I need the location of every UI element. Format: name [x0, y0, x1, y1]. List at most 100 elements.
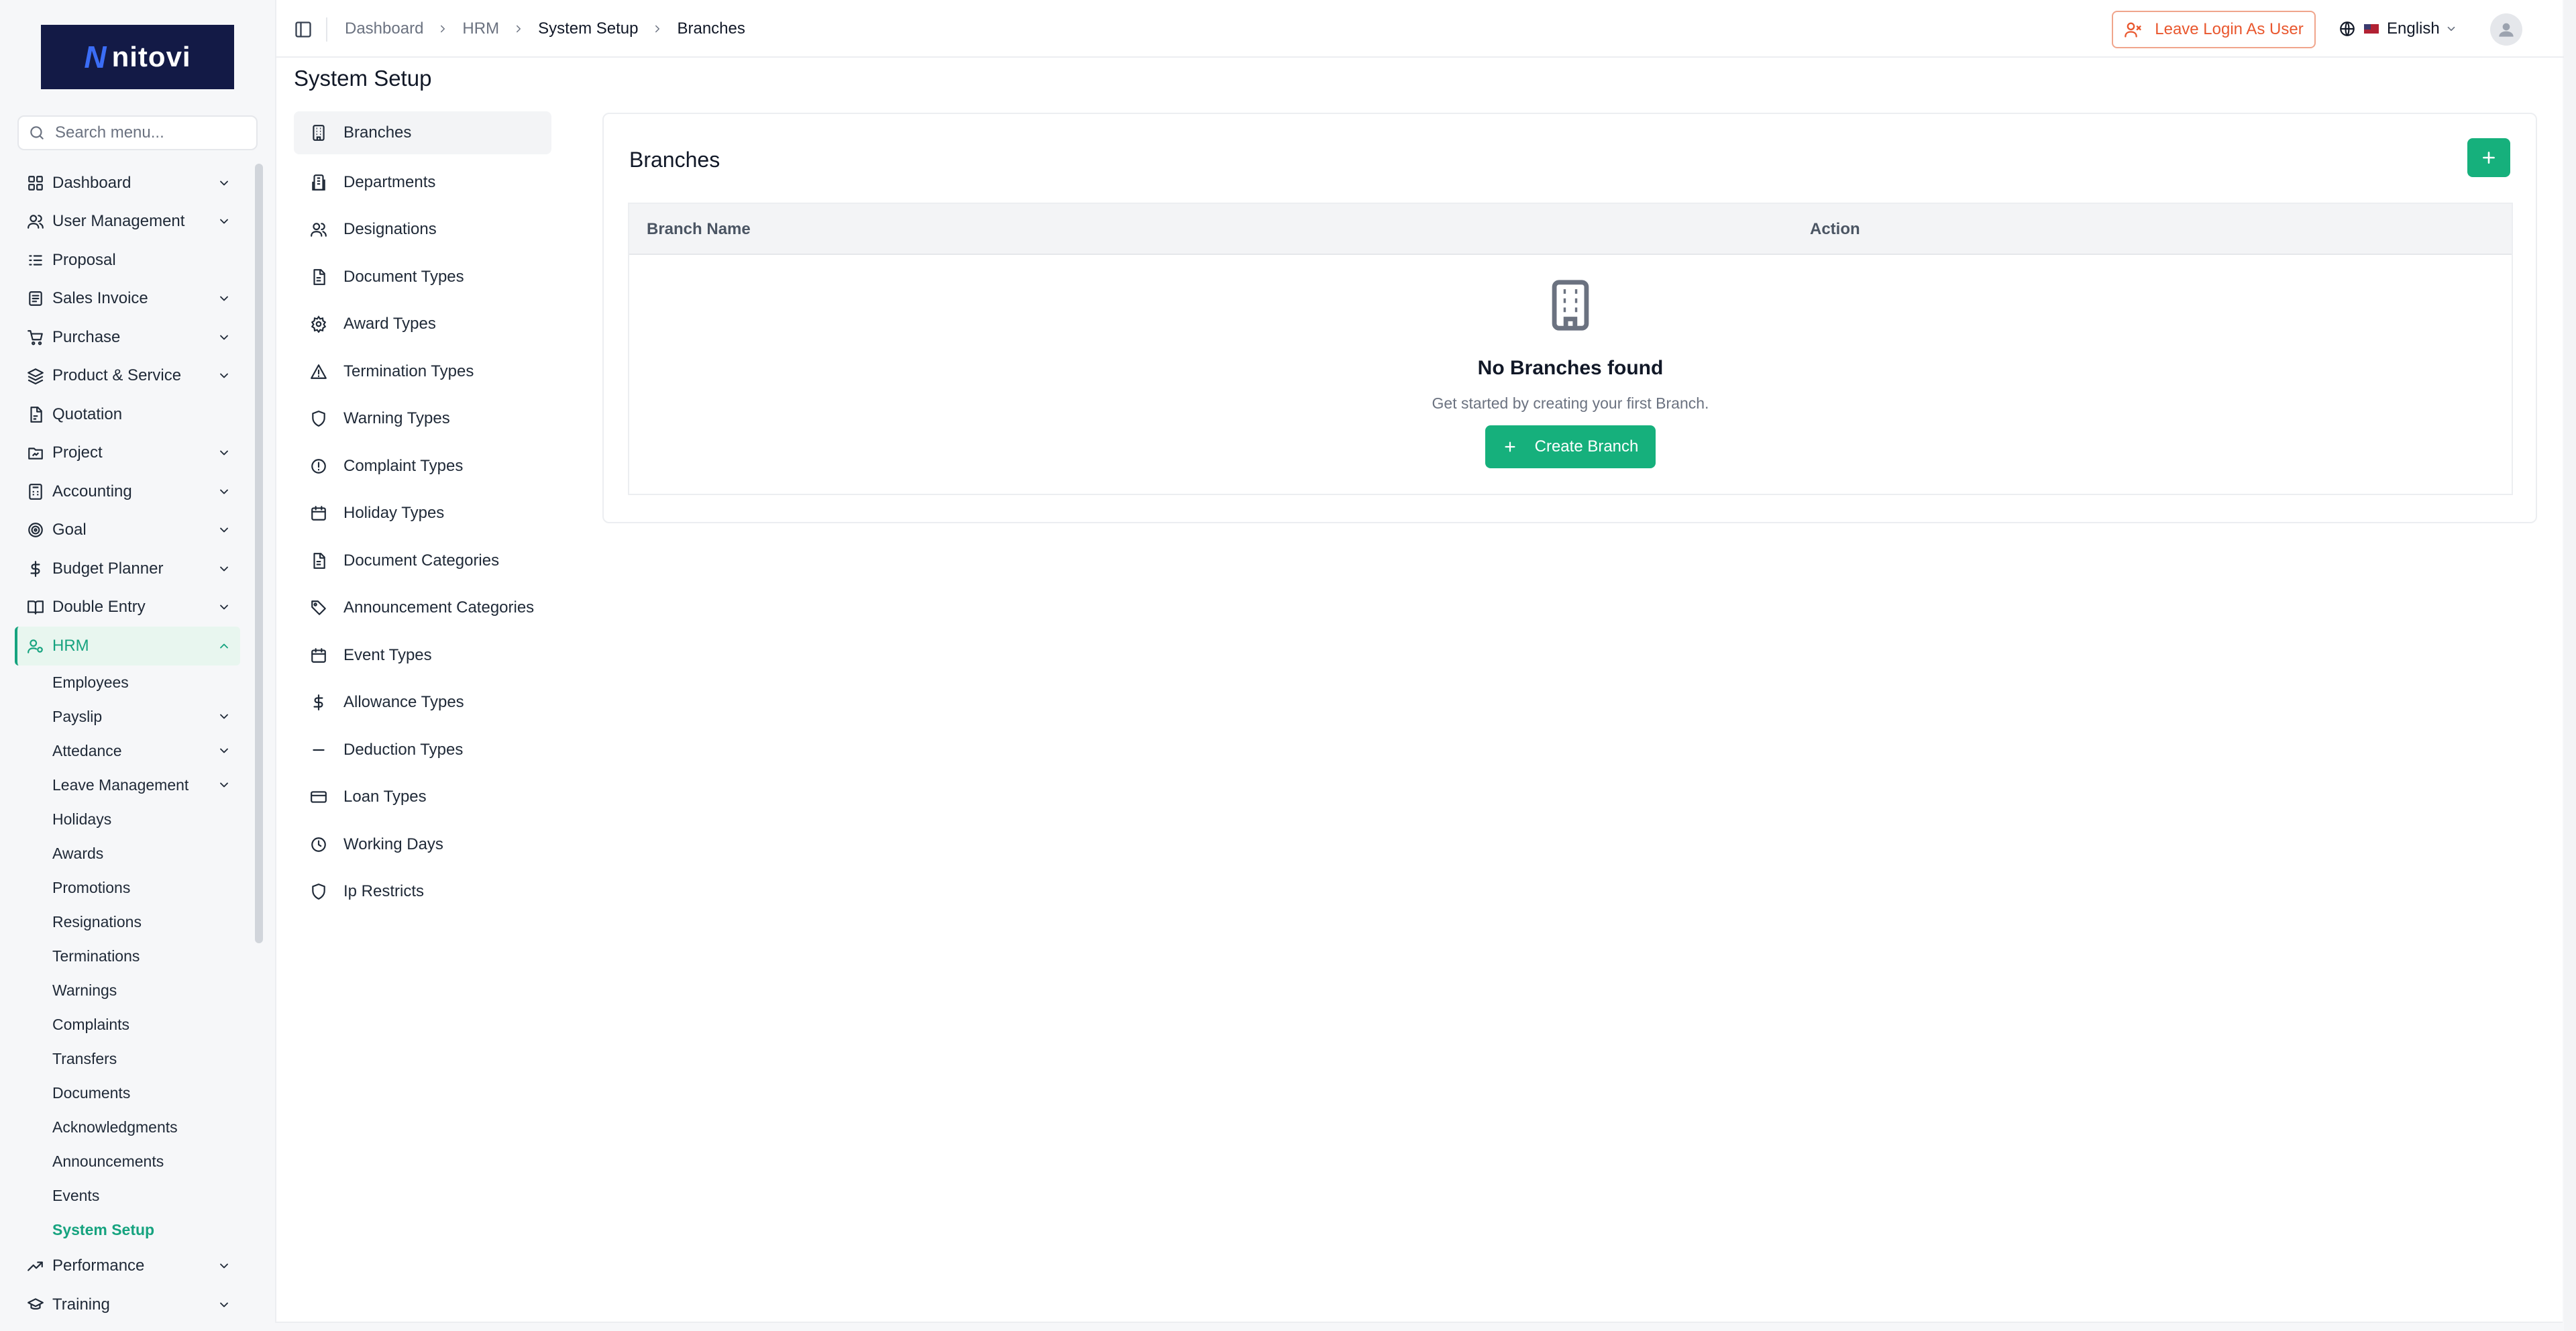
sidebar-item-quotation[interactable]: Quotation: [15, 395, 240, 434]
sidebar-subitem-payslip[interactable]: Payslip: [15, 700, 240, 734]
setup-nav-termination-types[interactable]: Termination Types: [294, 348, 551, 396]
create-branch-button[interactable]: Create Branch: [1485, 425, 1656, 468]
breadcrumb-hrm[interactable]: HRM: [462, 19, 499, 38]
breadcrumb-system-setup[interactable]: System Setup: [538, 19, 638, 38]
setup-nav-departments[interactable]: Departments: [294, 159, 551, 207]
sidebar-item-performance[interactable]: Performance: [15, 1247, 240, 1286]
chevron-right-icon: [513, 23, 525, 35]
menu-search-input[interactable]: [54, 123, 248, 143]
setup-nav-document-types[interactable]: Document Types: [294, 254, 551, 301]
chevron-down-icon: [2445, 23, 2457, 35]
sidebar-item-sales-invoice[interactable]: Sales Invoice: [15, 280, 240, 319]
sidebar-item-proposal[interactable]: Proposal: [15, 241, 240, 280]
sidebar-subitem-transfers[interactable]: Transfers: [15, 1042, 240, 1076]
chevron-right-icon: [651, 23, 663, 35]
setup-nav-label: Loan Types: [343, 788, 427, 806]
sidebar-item-double-entry[interactable]: Double Entry: [15, 588, 240, 627]
setup-nav-label: Document Types: [343, 267, 464, 286]
sidebar-item-accounting[interactable]: Accounting: [15, 472, 240, 511]
avatar[interactable]: [2490, 13, 2522, 46]
building-icon: [1543, 274, 1598, 337]
sidebar-subitem-documents[interactable]: Documents: [15, 1076, 240, 1110]
chevron-down-icon: [217, 176, 231, 190]
setup-nav-warning-types[interactable]: Warning Types: [294, 395, 551, 443]
sidebar-item-product-service[interactable]: Product & Service: [15, 357, 240, 396]
sidebar-item-project[interactable]: Project: [15, 434, 240, 473]
sidebar-subitem-holidays[interactable]: Holidays: [15, 802, 240, 837]
sidebar-item-dashboard[interactable]: Dashboard: [15, 164, 240, 203]
sidebar-subitem-awards[interactable]: Awards: [15, 837, 240, 871]
add-branch-button[interactable]: [2467, 138, 2510, 177]
sidebar-item-goal[interactable]: Goal: [15, 511, 240, 550]
setup-nav-branches[interactable]: Branches: [294, 111, 551, 154]
brand-logo[interactable]: N nitovi: [41, 25, 234, 89]
setup-nav-ip-restricts[interactable]: Ip Restricts: [294, 868, 551, 916]
chevron-down-icon: [217, 215, 231, 228]
sidebar-item-training[interactable]: Training: [15, 1285, 240, 1324]
setup-nav-label: Complaint Types: [343, 456, 464, 475]
setup-nav-loan-types[interactable]: Loan Types: [294, 774, 551, 821]
branches-card: Branches Branch Name Action No Branches …: [602, 113, 2537, 523]
setup-nav-designations[interactable]: Designations: [294, 206, 551, 254]
folder-icon: [27, 444, 44, 462]
sidebar-subitem-terminations[interactable]: Terminations: [15, 939, 240, 973]
column-header-branch-name: Branch Name: [647, 220, 751, 238]
search-icon: [28, 124, 46, 142]
sidebar-subitem-complaints[interactable]: Complaints: [15, 1008, 240, 1042]
proposal-icon: [27, 252, 44, 269]
setup-nav-award-types[interactable]: Award Types: [294, 301, 551, 348]
sidebar-item-user-management[interactable]: User Management: [15, 203, 240, 242]
sidebar-subitem-acknowledgments[interactable]: Acknowledgments: [15, 1110, 240, 1144]
breadcrumb-dashboard[interactable]: Dashboard: [345, 19, 423, 38]
page-scrollbar[interactable]: [2564, 0, 2576, 1331]
sidebar-item-hrm[interactable]: HRM: [15, 627, 240, 666]
setup-nav-holiday-types[interactable]: Holiday Types: [294, 490, 551, 537]
chevron-down-icon: [217, 600, 231, 614]
setup-nav-label: Branches: [343, 123, 412, 142]
cart-icon: [27, 329, 44, 346]
sidebar-subitem-events[interactable]: Events: [15, 1179, 240, 1213]
setup-nav-label: Announcement Categories: [343, 598, 535, 617]
invoice-icon: [27, 290, 44, 307]
setup-nav-announcement-categories[interactable]: Announcement Categories: [294, 584, 551, 632]
sidebar-scrollbar[interactable]: [255, 164, 263, 943]
layers-icon: [27, 367, 44, 384]
sidebar-subitem-announcements[interactable]: Announcements: [15, 1144, 240, 1179]
setup-nav-allowance-types[interactable]: Allowance Types: [294, 679, 551, 727]
setup-nav-working-days[interactable]: Working Days: [294, 821, 551, 869]
sidebar-item-label: Performance: [52, 1257, 145, 1275]
branches-table: Branch Name Action No Branches found Get…: [628, 203, 2513, 495]
sidebar-subitem-resignations[interactable]: Resignations: [15, 905, 240, 939]
sidebar-subitem-warnings[interactable]: Warnings: [15, 973, 240, 1008]
sidebar-item-label: Double Entry: [52, 598, 146, 617]
file-text-icon: [310, 268, 327, 286]
chevron-down-icon: [217, 292, 231, 305]
setup-nav-deduction-types[interactable]: Deduction Types: [294, 727, 551, 774]
uk-flag-icon: [2364, 24, 2379, 34]
sidebar-subitem-attendance[interactable]: Attedance: [15, 734, 240, 768]
sidebar-item-budget-planner[interactable]: Budget Planner: [15, 549, 240, 588]
setup-nav-event-types[interactable]: Event Types: [294, 632, 551, 680]
logo-mark: N: [84, 40, 107, 74]
sidebar-subitem-promotions[interactable]: Promotions: [15, 871, 240, 905]
warning-triangle-icon: [310, 363, 327, 380]
breadcrumb-branches: Branches: [677, 19, 745, 38]
sidebar-subitem-leave-management[interactable]: Leave Management: [15, 768, 240, 802]
setup-nav-label: Termination Types: [343, 362, 474, 380]
card-title: Branches: [629, 148, 720, 172]
sidebar-subitem-system-setup[interactable]: System Setup: [15, 1213, 240, 1247]
setup-nav-document-categories[interactable]: Document Categories: [294, 537, 551, 585]
sidebar-toggle-icon[interactable]: [294, 20, 313, 39]
sidebar-subitem-label: Resignations: [52, 912, 142, 930]
language-selector[interactable]: English: [2339, 0, 2457, 58]
sidebar-subitem-label: Awards: [52, 844, 104, 862]
plus-icon: [1503, 439, 1517, 454]
sidebar-item-purchase[interactable]: Purchase: [15, 318, 240, 357]
book-icon: [27, 598, 44, 616]
leave-login-as-user-button[interactable]: Leave Login As User: [2112, 11, 2316, 48]
sidebar-subitem-employees[interactable]: Employees: [15, 666, 240, 700]
setup-nav-complaint-types[interactable]: Complaint Types: [294, 443, 551, 490]
sidebar-subitem-label: Attedance: [52, 741, 122, 759]
alert-circle-icon: [310, 458, 327, 475]
leave-login-label: Leave Login As User: [2155, 20, 2304, 38]
